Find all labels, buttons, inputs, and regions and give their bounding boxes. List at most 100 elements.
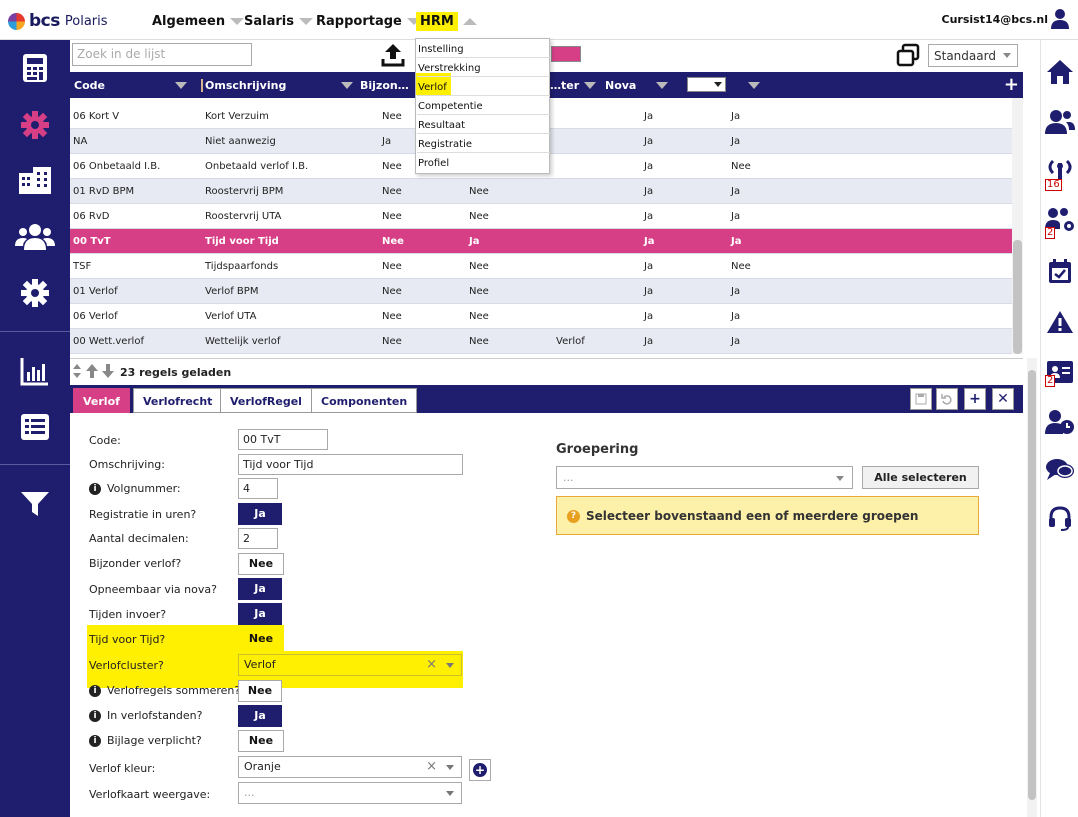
col-code[interactable]: Code	[74, 79, 105, 92]
cell-bijzonder: Nee	[382, 311, 402, 322]
reorder-arrows-icon[interactable]	[72, 363, 116, 379]
col-ter[interactable]: …ter	[550, 79, 579, 92]
col-omschrijving[interactable]: Omschrijving	[201, 79, 286, 92]
color-swatch[interactable]	[551, 46, 581, 62]
users-icon[interactable]	[0, 217, 70, 257]
user-clock-icon[interactable]	[1041, 406, 1078, 438]
top-bar: bcs Polaris Algemeen Salaris Rapportage …	[0, 0, 1078, 40]
cell-col7: Ja	[731, 336, 741, 347]
select-all-button[interactable]: Alle selecteren	[862, 466, 979, 489]
table-row[interactable]: 01 Verlof Verlof BPM Nee Nee Ja Ja	[70, 279, 1023, 304]
menu-item-registratie[interactable]: Registratie	[417, 134, 550, 153]
tab-verlofregel[interactable]: VerlofRegel	[220, 388, 312, 413]
chevron-down-icon[interactable]	[446, 765, 454, 770]
undo-button[interactable]	[936, 388, 958, 410]
grid-scrollbar-thumb[interactable]	[1013, 240, 1022, 354]
sort-down-icon[interactable]	[656, 82, 668, 89]
view-select[interactable]: Standaard	[928, 44, 1018, 67]
verlofstanden-toggle[interactable]: Ja	[238, 705, 282, 727]
opneembaar-nova-toggle[interactable]: Ja	[238, 578, 282, 600]
grid-scrollbar[interactable]	[1012, 98, 1023, 354]
menu-item-competentie[interactable]: Competentie	[417, 96, 550, 115]
sort-down-icon[interactable]	[175, 82, 187, 89]
column-select[interactable]	[687, 77, 726, 92]
sort-down-icon[interactable]	[341, 82, 353, 89]
filter-icon[interactable]	[0, 484, 70, 524]
calculator-icon[interactable]	[0, 48, 70, 88]
page-scrollbar-thumb[interactable]	[1028, 370, 1036, 800]
add-color-button[interactable]: +	[469, 759, 491, 781]
close-button[interactable]: ✕	[992, 388, 1014, 410]
user-icon[interactable]	[1050, 8, 1070, 33]
people-icon[interactable]	[1041, 106, 1078, 138]
add-button[interactable]: +	[964, 388, 986, 410]
table-row[interactable]: 01 RvD BPM Roostervrij BPM Nee Nee Ja Ja	[70, 179, 1023, 204]
chevron-down-icon[interactable]	[446, 663, 454, 668]
chat-icon[interactable]	[1041, 454, 1078, 486]
table-row-selected[interactable]: 00 TvT Tijd voor Tijd Nee Ja Ja Ja	[70, 229, 1023, 254]
logo[interactable]: bcs Polaris	[8, 11, 108, 31]
verlofcluster-select[interactable]: Verlof ×	[238, 654, 462, 676]
tab-verlof[interactable]: Verlof	[73, 388, 130, 413]
bijlage-verplicht-toggle[interactable]: Nee	[238, 730, 284, 752]
calendar-check-icon[interactable]	[1041, 255, 1078, 287]
search-input[interactable]: Zoek in de lijst	[72, 43, 252, 66]
clear-icon[interactable]: ×	[426, 759, 437, 774]
table-row[interactable]: 06 RvD Roostervrij UTA Nee Nee Ja Ja	[70, 204, 1023, 229]
info-icon[interactable]: i	[89, 735, 101, 747]
menu-hrm[interactable]: HRM	[416, 11, 477, 31]
menu-item-verstrekking[interactable]: Verstrekking	[417, 58, 550, 77]
add-column-icon[interactable]: +	[1004, 74, 1019, 95]
volgnummer-input[interactable]: 4	[238, 478, 278, 499]
menu-item-profiel[interactable]: Profiel	[417, 153, 550, 172]
gear-icon[interactable]	[0, 105, 70, 145]
code-input[interactable]: 00 TvT	[238, 429, 328, 450]
tijd-voor-tijd-toggle[interactable]: Nee	[238, 628, 284, 650]
table-row[interactable]: 00 Wett.verlof Wettelijk verlof Nee Nee Verl…	[70, 329, 1023, 354]
chevron-down-icon[interactable]	[446, 791, 454, 796]
sort-down-icon[interactable]	[748, 82, 760, 89]
bar-chart-icon[interactable]	[0, 351, 70, 391]
table-row[interactable]: TSF Tijdspaarfonds Nee Nee Ja Nee	[70, 254, 1023, 279]
decimalen-input[interactable]: 2	[238, 528, 278, 549]
user-email[interactable]: Cursist14@bcs.nl	[942, 13, 1048, 26]
col-bijzonder[interactable]: Bijzon…	[360, 79, 409, 92]
clear-icon[interactable]: ×	[426, 657, 437, 672]
cell-bijzonder: Nee	[382, 211, 402, 222]
save-button[interactable]	[910, 388, 932, 410]
menu-item-verlof[interactable]: Verlof	[417, 77, 550, 96]
info-icon[interactable]: i	[89, 685, 101, 697]
cell-omschrijving: Roostervrij UTA	[205, 211, 282, 222]
copy-window-icon[interactable]	[896, 43, 920, 70]
col-nova[interactable]: Nova	[605, 79, 636, 92]
building-icon[interactable]	[0, 160, 70, 200]
menu-rapportage[interactable]: Rapportage	[316, 11, 421, 31]
settings-cog-icon[interactable]	[0, 273, 70, 313]
groepering-select[interactable]: ...	[556, 466, 853, 489]
menu-algemeen[interactable]: Algemeen	[152, 11, 245, 31]
menu-item-instelling[interactable]: Instelling	[417, 39, 550, 58]
bijzonder-verlof-toggle[interactable]: Nee	[238, 553, 284, 575]
menu-salaris[interactable]: Salaris	[244, 11, 313, 31]
info-icon[interactable]: i	[89, 710, 101, 722]
omschrijving-input[interactable]: Tijd voor Tijd	[238, 454, 463, 475]
verlofkaart-weergave-select[interactable]: ...	[238, 782, 462, 804]
page-scrollbar[interactable]	[1027, 358, 1037, 817]
upload-icon[interactable]	[381, 43, 405, 70]
home-icon[interactable]	[1041, 56, 1078, 88]
info-icon[interactable]: i	[89, 483, 101, 495]
registratie-uren-toggle[interactable]: Ja	[238, 503, 282, 525]
hrm-dropdown-menu: Instelling Verstrekking Verlof Competent…	[415, 38, 550, 174]
menu-item-resultaat[interactable]: Resultaat	[417, 115, 550, 134]
tab-componenten[interactable]: Componenten	[311, 388, 418, 413]
warning-icon[interactable]	[1041, 306, 1078, 338]
headset-icon[interactable]	[1041, 502, 1078, 534]
rows-loaded-text: 23 regels geladen	[120, 366, 232, 379]
sort-down-icon[interactable]	[584, 82, 596, 89]
table-row[interactable]: 06 Verlof Verlof UTA Nee Nee Ja Ja	[70, 304, 1023, 329]
list-icon[interactable]	[0, 407, 70, 447]
verlofregels-sommeren-toggle[interactable]: Nee	[238, 680, 282, 702]
tab-verlofrecht[interactable]: Verlofrecht	[133, 388, 223, 413]
tijden-invoer-toggle[interactable]: Ja	[238, 603, 282, 625]
verlof-kleur-select[interactable]: Oranje ×	[238, 756, 462, 778]
